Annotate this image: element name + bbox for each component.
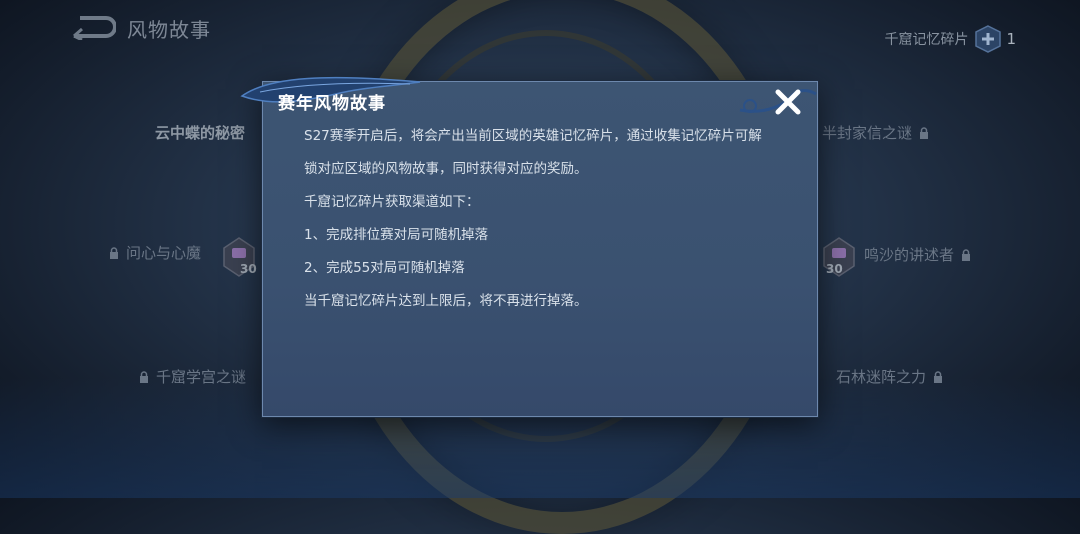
badge-count: 30: [826, 262, 843, 276]
top-bar: 风物故事 千窟记忆碎片 1: [0, 0, 1080, 56]
dialog-line: 2、完成55对局可随机掉落: [304, 260, 465, 276]
node-label: 千窟学宫之谜: [156, 368, 247, 386]
close-icon[interactable]: [770, 84, 806, 120]
dialog-line: 当千窟记忆碎片达到上限后，将不再进行掉落。: [304, 293, 588, 309]
node-stone-forest[interactable]: 石林迷阵之力: [836, 366, 944, 387]
node-label: 石林迷阵之力: [836, 368, 927, 386]
badge-count: 30: [240, 262, 257, 276]
plus-icon[interactable]: [974, 25, 1002, 53]
dialog-line: 锁对应区域的风物故事，同时获得对应的奖励。: [304, 161, 588, 177]
node-label: 半封家信之谜: [822, 124, 913, 142]
currency-count: 1: [1006, 30, 1016, 48]
lock-icon: [962, 248, 971, 261]
lock-icon: [920, 126, 929, 139]
node-cave-scholar[interactable]: 千窟学宫之谜: [138, 366, 246, 387]
dialog-line: S27赛季开启后，将会产出当前区域的英雄记忆碎片，通过收集记忆碎片可解: [304, 128, 762, 144]
back-arrow-icon[interactable]: [70, 14, 116, 40]
dialog-body: S27赛季开启后，将会产出当前区域的英雄记忆碎片，通过收集记忆碎片可解 锁对应区…: [304, 126, 784, 324]
node-label: 鸣沙的讲述者: [864, 246, 955, 264]
page-title: 风物故事: [127, 18, 211, 42]
dialog-title: 赛年风物故事: [278, 94, 386, 114]
lock-icon: [934, 370, 943, 383]
node-label: 问心与心魔: [126, 244, 202, 262]
lock-icon: [140, 370, 148, 383]
lock-icon: [110, 246, 118, 259]
node-label: 云中蝶的秘密: [155, 124, 246, 142]
dialog-line: 千窟记忆碎片获取渠道如下：: [304, 194, 480, 210]
node-cloud-butterfly[interactable]: 云中蝶的秘密: [155, 122, 245, 143]
node-heart-demon[interactable]: 问心与心魔: [108, 242, 201, 263]
currency-label: 千窟记忆碎片: [884, 32, 969, 48]
node-half-sealed[interactable]: 半封家信之谜: [822, 122, 930, 143]
node-sand-narrator[interactable]: 鸣沙的讲述者: [864, 244, 972, 265]
dialog-line: 1、完成排位赛对局可随机掉落: [304, 227, 489, 243]
